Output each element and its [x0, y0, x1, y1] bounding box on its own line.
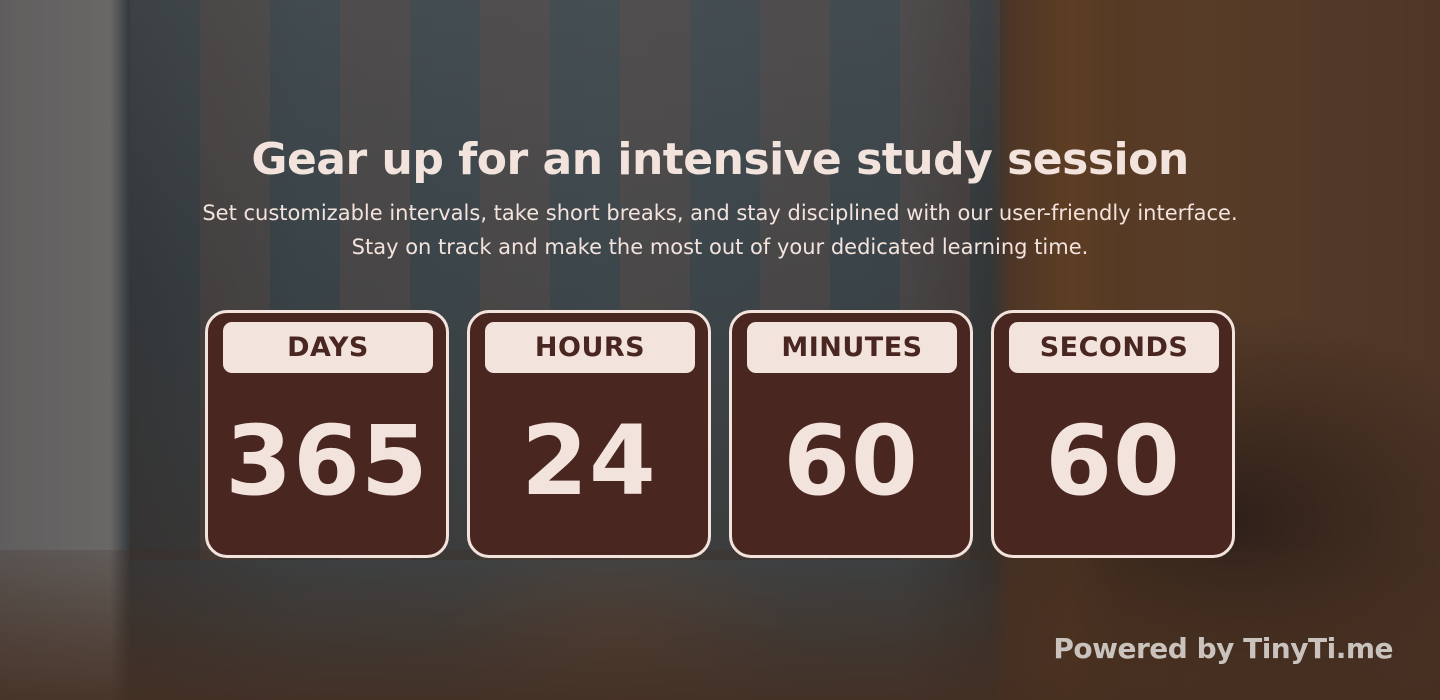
- seconds-label: SECONDS: [1009, 322, 1219, 373]
- days-label: DAYS: [223, 322, 433, 373]
- countdown-card-seconds: SECONDS 60: [991, 310, 1235, 558]
- countdown-page: Gear up for an intensive study session S…: [0, 0, 1440, 700]
- minutes-value: 60: [783, 405, 919, 517]
- countdown-timer: DAYS 365 HOURS 24 MINUTES 60 SECONDS 60: [205, 310, 1237, 558]
- page-title: Gear up for an intensive study session: [251, 134, 1189, 185]
- powered-by-link[interactable]: Powered by TinyTi.me: [1053, 632, 1393, 665]
- days-value: 365: [225, 405, 429, 517]
- minutes-label: MINUTES: [747, 322, 957, 373]
- hours-value: 24: [521, 405, 657, 517]
- page-description: Set customizable intervals, take short b…: [202, 201, 1238, 259]
- hours-label: HOURS: [485, 322, 695, 373]
- countdown-card-hours: HOURS 24: [467, 310, 711, 558]
- seconds-value: 60: [1045, 405, 1181, 517]
- countdown-card-days: DAYS 365: [205, 310, 449, 558]
- countdown-card-minutes: MINUTES 60: [729, 310, 973, 558]
